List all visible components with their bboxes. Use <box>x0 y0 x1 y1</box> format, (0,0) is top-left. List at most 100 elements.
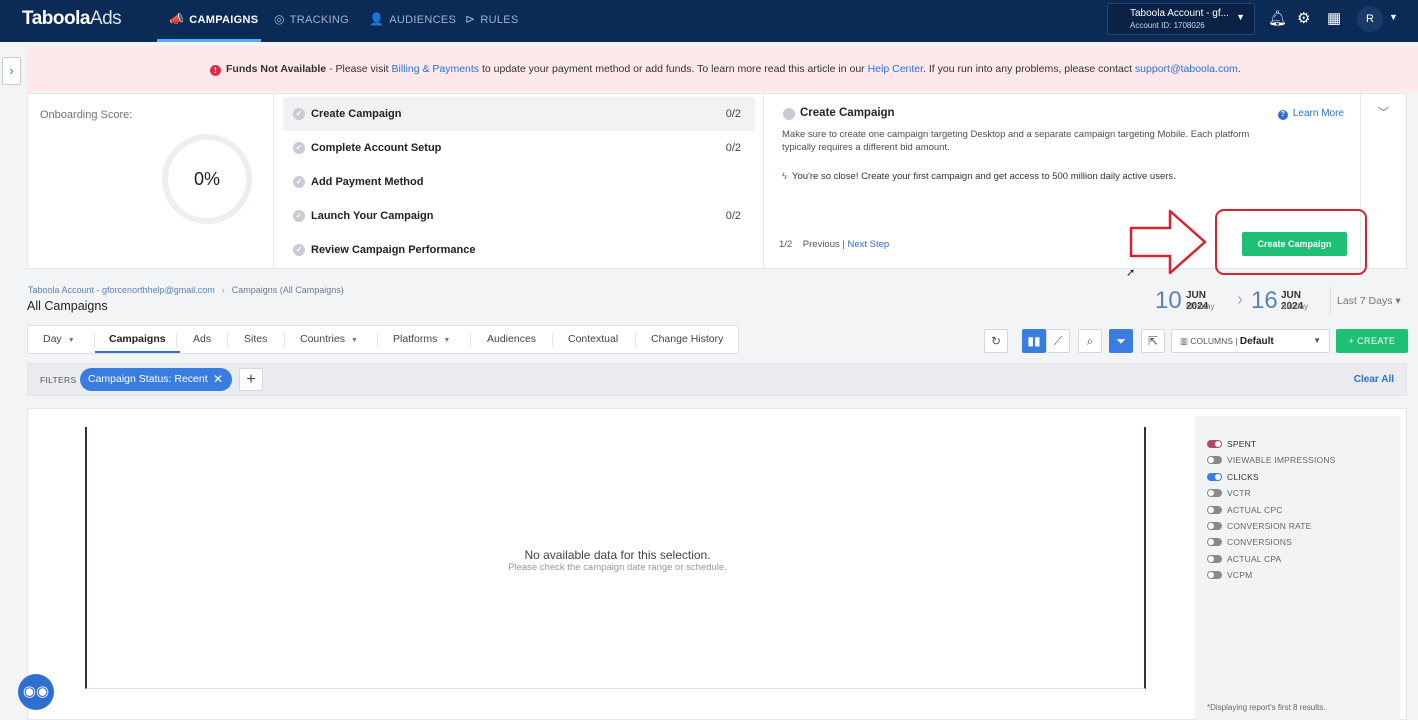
toggle-switch-icon[interactable] <box>1207 505 1222 514</box>
search-icon[interactable]: ⌕ <box>1078 329 1102 353</box>
check-circle-icon: ✓ <box>293 108 305 120</box>
metrics-panel: *Displaying report's first 8 results. SP… <box>1195 416 1400 720</box>
user-avatar[interactable]: R <box>1357 6 1383 32</box>
metric-label: VCPM <box>1227 570 1253 581</box>
filter-icon[interactable]: ⏷ <box>1109 329 1133 353</box>
chart-panel: No available data for this selection. Pl… <box>27 408 1407 720</box>
tracking-icon: ◎ <box>274 12 285 26</box>
toggle-switch-icon[interactable] <box>1207 472 1222 481</box>
taboola-ads-logo[interactable]: TaboolaAds <box>22 8 122 30</box>
bar-chart-icon[interactable]: ▮▮ <box>1022 329 1046 353</box>
breadcrumb-account-link[interactable]: Taboola Account - gforcenorthhelp@gmail.… <box>28 285 215 295</box>
apps-grid-icon[interactable]: ▦ <box>1327 10 1341 28</box>
tab-change-history[interactable]: Change History <box>651 326 723 353</box>
step-launch-campaign[interactable]: ✓ Launch Your Campaign 0/2 <box>283 199 755 233</box>
no-data-message: No available data for this selection. <box>524 548 711 562</box>
nav-tab-tracking[interactable]: ◎ TRACKING <box>274 0 349 42</box>
tab-day[interactable]: Day ▼ <box>43 326 75 353</box>
close-icon[interactable]: ✕ <box>213 368 223 391</box>
chevron-down-icon[interactable]: ▼ <box>1389 12 1398 22</box>
check-circle-icon: ✓ <box>293 176 305 188</box>
step-complete-account-setup[interactable]: ✓ Complete Account Setup 0/2 <box>283 131 755 165</box>
nav-tab-campaigns[interactable]: 📣 CAMPAIGNS <box>157 0 261 42</box>
refresh-icon[interactable]: ↻ <box>984 329 1008 353</box>
metric-label: SPENT <box>1227 439 1257 449</box>
line-chart-icon[interactable]: ⟋ <box>1046 329 1070 353</box>
report-tabs: Day ▼ Campaigns Ads Sites Countries ▼ Plat… <box>27 325 739 354</box>
breadcrumb: Taboola Account - gforcenorthhelp@gmail.… <box>28 285 344 295</box>
metric-label: ACTUAL CPA <box>1227 553 1282 564</box>
campaign-status-filter-chip[interactable]: Campaign Status: Recent ✕ <box>80 368 232 391</box>
megaphone-icon: 📣 <box>169 12 185 26</box>
chevron-down-icon: ▼ <box>443 337 451 344</box>
nav-tab-rules[interactable]: ⊳ RULES <box>465 0 519 42</box>
rules-icon: ⊳ <box>465 12 476 26</box>
export-icon[interactable]: ⇱ <box>1141 329 1165 353</box>
add-filter-button[interactable]: + <box>239 368 263 391</box>
alert-icon: ! <box>210 65 221 76</box>
filters-bar: FILTERS Campaign Status: Recent ✕ + Clear… <box>27 363 1407 396</box>
funds-alert-banner: ! Funds Not Available - Please visit Bill… <box>27 46 1418 92</box>
nav-tab-audiences[interactable]: 👤 AUDIENCES <box>369 0 456 42</box>
person-icon: 👤 <box>369 12 385 26</box>
metrics-note: *Displaying report's first 8 results. <box>1207 703 1326 712</box>
check-circle-icon: ✓ <box>293 142 305 154</box>
columns-icon: ▥ <box>1180 336 1189 346</box>
create-button[interactable]: + CREATE <box>1336 329 1408 353</box>
page-title: All Campaigns <box>27 299 108 313</box>
previous-step-button[interactable]: Previous <box>803 239 840 250</box>
chevron-down-icon: ▼ <box>350 337 358 344</box>
step-review-performance[interactable]: ✓ Review Campaign Performance <box>283 233 755 267</box>
chevron-down-icon: ▼ <box>1313 336 1321 345</box>
toggle-switch-icon[interactable] <box>1207 456 1222 465</box>
toggle-switch-icon[interactable] <box>1207 554 1222 563</box>
sidebar-toggle-button[interactable]: › <box>2 57 21 85</box>
tab-countries[interactable]: Countries ▼ <box>300 326 358 353</box>
annotation-arrow <box>1129 209 1207 275</box>
help-bot-icon[interactable]: ◉◉ <box>18 674 54 710</box>
step-pager: 1/2 Previous | Next Step <box>779 239 890 250</box>
gear-icon[interactable]: ⚙ <box>1297 10 1310 28</box>
toggle-switch-icon[interactable] <box>1207 489 1222 498</box>
tab-platforms[interactable]: Platforms ▼ <box>393 326 450 353</box>
account-selector[interactable]: Taboola Account - gf... Account ID: 1708… <box>1107 3 1255 35</box>
toggle-switch-icon[interactable] <box>1207 522 1222 530</box>
onboarding-steps: ✓ Create Campaign 0/2 ✓ Complete Account Se… <box>283 94 755 268</box>
metric-label: CONVERSIONS <box>1227 537 1293 548</box>
help-center-link[interactable]: Help Center <box>868 63 923 75</box>
bell-icon[interactable]: 🔔︎ <box>1268 10 1287 28</box>
learn-more-link[interactable]: ? Learn More <box>1277 108 1344 120</box>
check-circle-icon: ✓ <box>293 244 305 256</box>
step-create-campaign[interactable]: ✓ Create Campaign 0/2 <box>283 97 755 131</box>
metric-label: CONVERSION RATE <box>1227 521 1312 531</box>
support-email-link[interactable]: support@taboola.com <box>1135 63 1238 75</box>
chevron-down-icon[interactable]: ﹀ <box>1378 104 1389 120</box>
lightning-icon: ϟ <box>782 171 788 182</box>
metric-label: VCTR <box>1227 488 1251 499</box>
top-navigation-bar: TaboolaAds 📣 CAMPAIGNS ◎ TRACKING 👤 AUDIENC… <box>0 0 1418 42</box>
tab-audiences[interactable]: Audiences <box>487 326 536 353</box>
tab-contextual[interactable]: Contextual <box>568 326 618 353</box>
toggle-switch-icon[interactable] <box>1207 571 1222 580</box>
tab-sites[interactable]: Sites <box>244 326 267 353</box>
clear-all-button[interactable]: Clear All <box>1354 374 1394 385</box>
billing-payments-link[interactable]: Billing & Payments <box>392 63 480 75</box>
check-circle-icon <box>783 108 795 120</box>
chart-plot-area: No available data for this selection. Pl… <box>85 427 1146 689</box>
step-add-payment-method[interactable]: ✓ Add Payment Method <box>283 165 755 199</box>
columns-selector[interactable]: ▥ COLUMNS | Default ▼ <box>1171 329 1330 353</box>
tab-campaigns[interactable]: Campaigns <box>95 326 180 353</box>
toggle-switch-icon[interactable] <box>1207 440 1222 448</box>
metric-label: VIEWABLE IMPRESSIONS <box>1227 455 1336 466</box>
chevron-right-icon: › <box>1237 289 1243 309</box>
mouse-cursor-icon: ➚ <box>1126 267 1136 279</box>
info-icon: ? <box>1277 110 1288 120</box>
next-step-button[interactable]: Next Step <box>848 239 890 250</box>
no-data-hint: Please check the campaign date range or … <box>508 562 727 573</box>
date-range-preset[interactable]: Last 7 Days ▾ <box>1330 287 1401 315</box>
toggle-switch-icon[interactable] <box>1207 538 1222 547</box>
tab-ads[interactable]: Ads <box>193 326 211 353</box>
check-circle-icon: ✓ <box>293 210 305 222</box>
chevron-down-icon: ▼ <box>67 337 75 344</box>
metric-label: ACTUAL CPC <box>1227 504 1283 515</box>
